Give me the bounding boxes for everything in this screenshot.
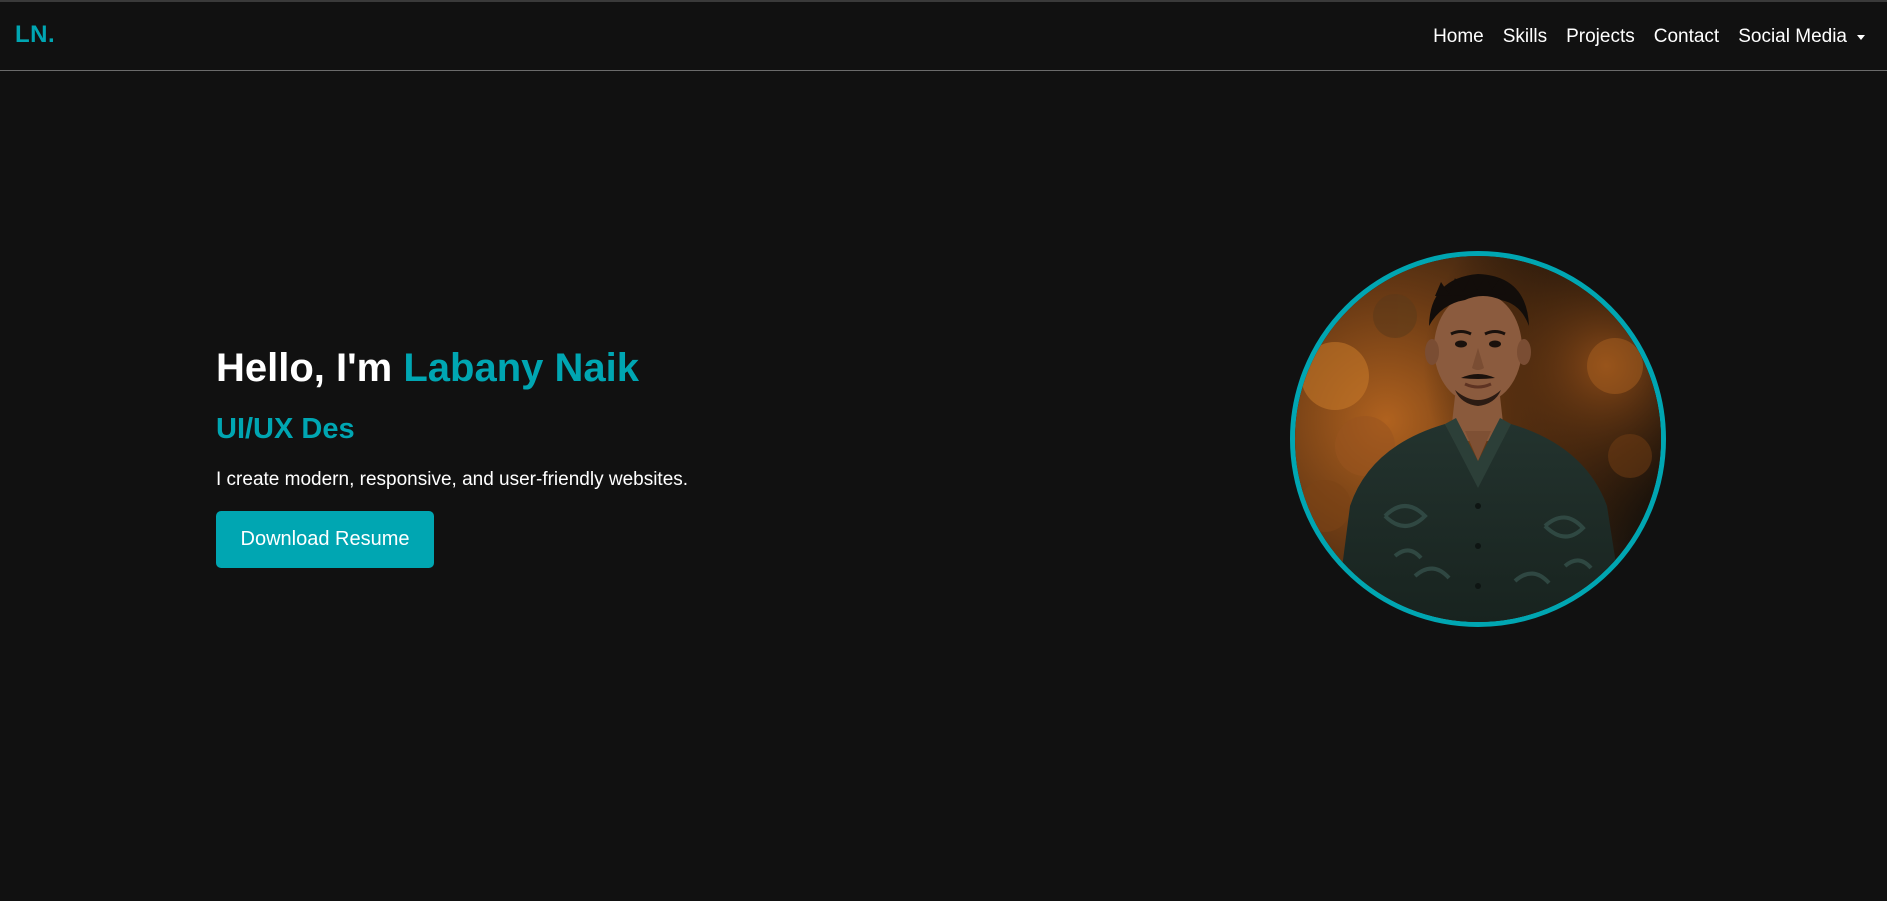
nav-link-skills[interactable]: Skills bbox=[1503, 26, 1547, 48]
hero-description: I create modern, responsive, and user-fr… bbox=[216, 469, 689, 490]
hero-name: Labany Naik bbox=[403, 346, 639, 390]
hero-role: UI/UX Des bbox=[216, 413, 355, 445]
hero-section: Hello, I'm Labany Naik UI/UX Des I creat… bbox=[216, 345, 916, 568]
hero-heading: Hello, I'm Labany Naik bbox=[216, 345, 916, 391]
nav-links: Home Skills Projects Contact Social Medi… bbox=[1414, 26, 1865, 48]
navbar: LN. Home Skills Projects Contact Social … bbox=[0, 2, 1887, 71]
caret-down-icon[interactable] bbox=[1857, 35, 1865, 40]
portrait-photo bbox=[1295, 256, 1661, 622]
nav-link-home[interactable]: Home bbox=[1433, 26, 1484, 48]
nav-link-contact[interactable]: Contact bbox=[1654, 26, 1719, 48]
social-media-dropdown-label[interactable]: Social Media bbox=[1738, 26, 1847, 48]
nav-link-projects[interactable]: Projects bbox=[1566, 26, 1635, 48]
social-media-dropdown[interactable]: Social Media bbox=[1738, 26, 1865, 48]
profile-avatar bbox=[1290, 251, 1666, 627]
site-logo[interactable]: LN. bbox=[15, 21, 55, 49]
hero-greeting: Hello, I'm bbox=[216, 346, 404, 390]
download-resume-button[interactable]: Download Resume bbox=[216, 511, 434, 568]
